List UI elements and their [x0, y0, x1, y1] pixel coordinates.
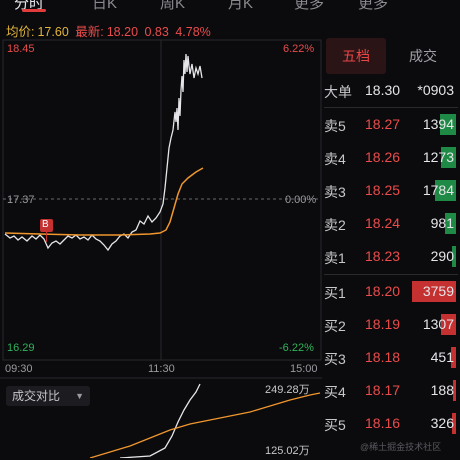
order-book-tabs: 五档 成交 [322, 38, 460, 74]
bid-level-row[interactable]: 买5 18.16 326 [322, 407, 460, 440]
tab-more-1[interactable]: 更多 [294, 0, 324, 13]
latest-price-label: 最新: [75, 25, 104, 39]
ask-level-price: 18.24 [365, 215, 401, 231]
time-start-label: 09:30 [5, 363, 33, 375]
tab-daily[interactable]: 日K [92, 0, 117, 13]
active-tab-indicator [22, 9, 46, 12]
bid-level-volume: 1307 [422, 316, 454, 332]
volume-high-label: 249.28万 [265, 384, 310, 396]
bid-level-label: 买4 [324, 384, 346, 400]
bid-level-price: 18.17 [365, 382, 401, 398]
bid-level-label: 买2 [324, 318, 346, 334]
volume-mid-label: 125.02万 [265, 445, 310, 457]
big-order-price: 18.30 [365, 82, 401, 98]
watermark: @稀土掘金技术社区 [360, 442, 442, 452]
pct-ref-label: 0.00% [285, 194, 317, 206]
buy-marker-label: B [42, 219, 49, 230]
ask-level-label: 卖2 [324, 217, 346, 233]
ask-level-volume: 290 [430, 248, 454, 264]
bid-level-label: 买1 [324, 285, 346, 301]
time-mid-label: 11:30 [148, 363, 175, 375]
bid-level-volume: 326 [430, 415, 454, 431]
ask-level-price: 18.23 [365, 248, 401, 264]
big-order-label: 大单 [324, 84, 352, 100]
tab-weekly[interactable]: 周K [160, 0, 185, 13]
ask-level-label: 卖4 [324, 151, 346, 167]
bid-level-price: 18.18 [365, 349, 401, 365]
big-order-volume: *0903 [417, 82, 454, 98]
ask-level-row[interactable]: 卖4 18.26 1273 [322, 141, 460, 174]
volume-compare-dropdown[interactable]: 成交对比 ▼ [6, 386, 90, 406]
ask-level-price: 18.26 [365, 149, 401, 165]
chevron-down-icon: ▼ [75, 391, 84, 401]
price-ref-label: 17.37 [7, 194, 35, 206]
ask-level-price: 18.27 [365, 116, 401, 132]
avg-price-line [4, 167, 204, 236]
ask-level-volume: 1784 [422, 182, 454, 198]
bid-level-row[interactable]: 买2 18.19 1307 [322, 308, 460, 341]
ask-level-volume: 1273 [422, 149, 454, 165]
bid-level-label: 买5 [324, 417, 346, 433]
bid-level-price: 18.16 [365, 415, 401, 431]
ask-level-volume: 981 [430, 215, 454, 231]
tab-five-levels[interactable]: 五档 [326, 38, 386, 74]
bid-level-volume: 188 [430, 382, 454, 398]
tab-monthly[interactable]: 月K [228, 0, 253, 13]
ask-level-row[interactable]: 卖1 18.23 290 [322, 240, 460, 273]
avg-price-label: 均价: [6, 25, 35, 39]
volume-compare-label: 成交对比 [12, 389, 61, 403]
big-order-row: 大单 18.30 *0903 [322, 74, 460, 107]
chart-frame [2, 39, 322, 361]
period-tabs: 分时 日K 周K 月K 更多 更多 [0, 0, 460, 13]
bid-level-volume: 451 [430, 349, 454, 365]
bid-level-row[interactable]: 买1 18.20 3759 [322, 275, 460, 308]
latest-price-value: 18.20 [106, 25, 139, 39]
ask-level-row[interactable]: 卖2 18.24 981 [322, 207, 460, 240]
price-line [4, 53, 203, 252]
tab-trades[interactable]: 成交 [392, 38, 454, 74]
ask-level-price: 18.25 [365, 182, 401, 198]
bid-level-row[interactable]: 买3 18.18 451 [322, 341, 460, 374]
bid-level-volume: 3759 [422, 283, 454, 299]
volume-line-today [119, 383, 201, 459]
price-high-label: 18.45 [7, 43, 35, 55]
price-change-pct: 4.78% [175, 25, 211, 39]
pct-low-label: -6.22% [279, 342, 314, 354]
ask-level-row[interactable]: 卖5 18.27 1394 [322, 108, 460, 141]
bid-level-label: 买3 [324, 351, 346, 367]
price-change: 0.83 [144, 25, 169, 39]
ask-level-row[interactable]: 卖3 18.25 1784 [322, 174, 460, 207]
order-book-panel: 五档 成交 大单 18.30 *0903 卖5 18.27 1394 卖4 18.26 1… [322, 38, 460, 460]
bid-level-price: 18.20 [365, 283, 401, 299]
price-low-label: 16.29 [7, 342, 35, 354]
bid-level-price: 18.19 [365, 316, 401, 332]
ask-level-label: 卖3 [324, 184, 346, 200]
avg-price-value: 17.60 [37, 25, 69, 39]
pct-high-label: 6.22% [283, 43, 315, 55]
ask-level-volume: 1394 [422, 116, 454, 132]
ask-level-label: 卖5 [324, 118, 346, 134]
time-end-label: 15:00 [290, 363, 318, 375]
ask-level-label: 卖1 [324, 250, 346, 266]
bid-level-row[interactable]: 买4 18.17 188 [322, 374, 460, 407]
tab-more-2[interactable]: 更多 [358, 0, 388, 13]
